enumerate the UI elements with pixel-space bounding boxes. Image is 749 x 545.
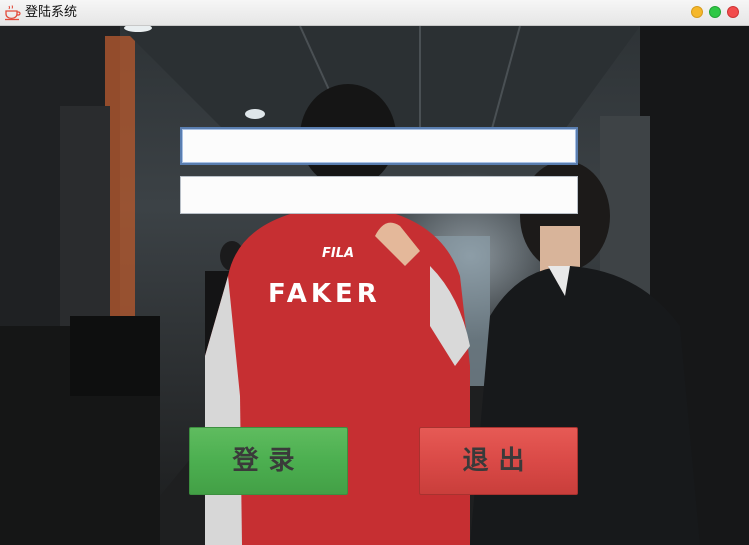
exit-button[interactable]: 退出 (419, 427, 578, 495)
close-button[interactable] (727, 6, 739, 18)
login-panel: FILA FAKER 登录 退出 (0, 26, 749, 545)
login-button[interactable]: 登录 (189, 427, 348, 495)
window-title: 登陆系统 (25, 5, 78, 20)
minimize-button[interactable] (691, 6, 703, 18)
jacket-name-text: FAKER (268, 279, 381, 309)
login-window: 登陆系统 FILA FAKER 登录 退出 (0, 0, 749, 545)
password-input[interactable] (180, 176, 578, 214)
maximize-button[interactable] (709, 6, 721, 18)
username-input[interactable] (180, 127, 578, 165)
background-photo: FILA FAKER (0, 26, 749, 545)
title-bar[interactable]: 登陆系统 (0, 0, 749, 26)
jacket-brand-text: FILA (322, 246, 354, 261)
coffee-cup-icon (5, 5, 21, 21)
